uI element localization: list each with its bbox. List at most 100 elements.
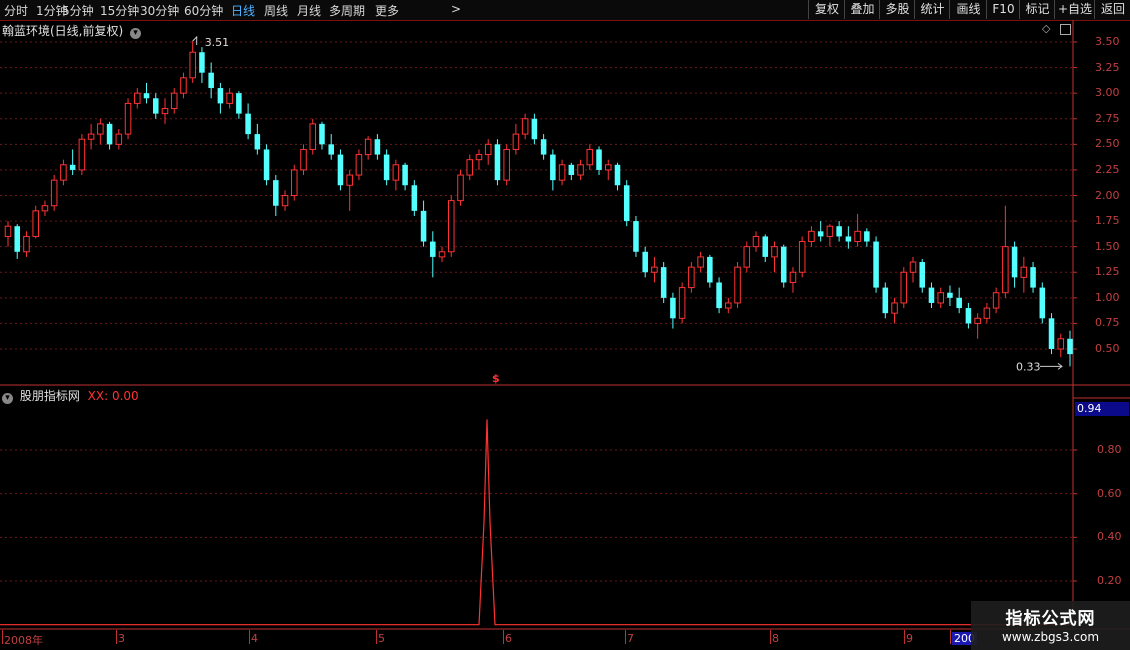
draw-button[interactable]: 画线	[949, 0, 987, 19]
candle-body-up	[97, 123, 104, 135]
candle-body-down	[430, 241, 436, 257]
candle-body-down	[873, 241, 879, 288]
candle-body-down	[660, 267, 667, 298]
multi-stock-button[interactable]: 多股	[879, 0, 915, 19]
candle-body-down	[199, 52, 205, 73]
candle-body-down	[780, 246, 787, 283]
candle-body-down	[383, 154, 390, 181]
candle-body-down	[402, 164, 408, 186]
period-tab-15min[interactable]: 15分钟	[100, 2, 139, 19]
candle-body-down	[845, 236, 852, 242]
candle-body-up	[438, 251, 446, 258]
more-arrow-icon[interactable]: >	[451, 2, 461, 16]
watermark-title: 指标公式网	[1005, 609, 1096, 629]
mark-button[interactable]: 标记	[1019, 0, 1055, 19]
candle-body-up	[346, 174, 353, 186]
stats-button[interactable]: 统计	[914, 0, 950, 19]
price-tick-label: 2.75	[1095, 111, 1120, 125]
candle-body-up	[87, 133, 95, 140]
high-marker-label: 3.51	[205, 36, 230, 49]
event-marker-icon: $	[492, 372, 500, 385]
candle-body-up	[457, 174, 464, 202]
candle-body-up	[392, 164, 400, 181]
candle-body-down	[540, 139, 547, 155]
candle-body-up	[808, 230, 815, 243]
period-tab-monthly[interactable]: 月线	[297, 2, 321, 19]
restore-button[interactable]: 复权	[808, 0, 845, 19]
timeline-tick	[625, 630, 626, 644]
candle-body-down	[623, 185, 630, 222]
candle-body-up	[503, 148, 510, 181]
period-tab-more[interactable]: 更多	[375, 2, 399, 19]
chart-area: 3.51 0.33 $	[0, 20, 1130, 630]
candle-body-down	[947, 292, 953, 298]
candle-body-up	[466, 159, 474, 176]
candle-body-down	[965, 308, 972, 324]
candle-body-up	[180, 77, 187, 94]
price-tick-label: 3.50	[1095, 35, 1120, 48]
overlay-button[interactable]: 叠加	[844, 0, 880, 19]
candle-body-down	[531, 118, 538, 140]
candle-body-up	[170, 92, 178, 110]
timeline-tick	[376, 630, 377, 644]
timeline-label: 6	[505, 632, 512, 645]
indicator-current-value-badge: 0.94	[1075, 402, 1129, 416]
price-tick-label: 3.00	[1095, 86, 1120, 100]
indicator-options-icon[interactable]: ▾	[2, 393, 13, 404]
timeline-tick	[904, 630, 905, 644]
candle-body-down	[836, 226, 842, 237]
period-tab-30min[interactable]: 30分钟	[140, 2, 179, 19]
candle-body-up	[475, 154, 483, 161]
period-tab-weekly[interactable]: 周线	[264, 2, 288, 19]
candle-body-up	[771, 246, 778, 258]
price-tick-label: 2.50	[1095, 137, 1120, 151]
timeline-label: 2008年	[4, 634, 43, 647]
period-tab-daily[interactable]: 日线	[231, 2, 255, 19]
candle-body-down	[817, 231, 824, 237]
period-tab-fenshi[interactable]: 分时	[4, 2, 28, 19]
period-tab-5min[interactable]: 5分钟	[62, 2, 94, 19]
candle-body-up	[60, 164, 67, 181]
candle-body-up	[854, 230, 861, 243]
f10-button[interactable]: F10	[986, 0, 1020, 19]
high-marker-arrow	[192, 35, 198, 45]
candle-body-up	[41, 205, 49, 212]
candle-body-down	[143, 93, 150, 99]
low-marker-label: 0.33	[1016, 360, 1041, 373]
candle-body-down	[596, 149, 602, 170]
candle-body-down	[245, 113, 251, 135]
candle-body-up	[826, 225, 834, 237]
candle-body-down	[411, 185, 418, 211]
xx-value-label: XX: 0.00	[87, 389, 139, 403]
candle-body-up	[992, 292, 1000, 309]
period-tab-multi[interactable]: 多周期	[329, 2, 365, 19]
candle-body-down	[263, 149, 270, 181]
diamond-icon[interactable]: ◇	[1042, 22, 1050, 35]
timeline-tick	[503, 630, 504, 644]
panel-toggle-icon[interactable]	[1059, 23, 1071, 35]
indicator-tick-label: 0.40	[1097, 530, 1122, 544]
candle-body-down	[614, 164, 621, 186]
period-tab-60min[interactable]: 60分钟	[184, 2, 223, 19]
chart-options-icon[interactable]: ▾	[130, 28, 142, 39]
candle-body-down	[882, 287, 889, 314]
candle-body-up	[697, 256, 704, 268]
add-watch-button[interactable]: +自选	[1054, 0, 1095, 19]
candle-body-up	[512, 133, 520, 150]
candle-body-up	[577, 164, 584, 176]
candle-body-down	[1067, 338, 1073, 355]
candle-body-up	[134, 92, 141, 104]
candle-body-down	[707, 256, 713, 283]
candle-body-up	[484, 143, 492, 156]
candle-body-down	[642, 251, 648, 273]
back-button[interactable]: 返回	[1094, 0, 1130, 19]
candle-body-down	[568, 164, 575, 176]
candle-body-down	[670, 297, 676, 319]
timeline-label: 9	[906, 632, 913, 645]
watermark-url: www.zbgs3.com	[1001, 630, 1100, 644]
candle-body-down	[337, 154, 344, 186]
candle-body-down	[1030, 267, 1036, 288]
candle-body-up	[678, 287, 686, 319]
candle-body-up	[32, 210, 39, 237]
candle-body-up	[521, 118, 529, 135]
